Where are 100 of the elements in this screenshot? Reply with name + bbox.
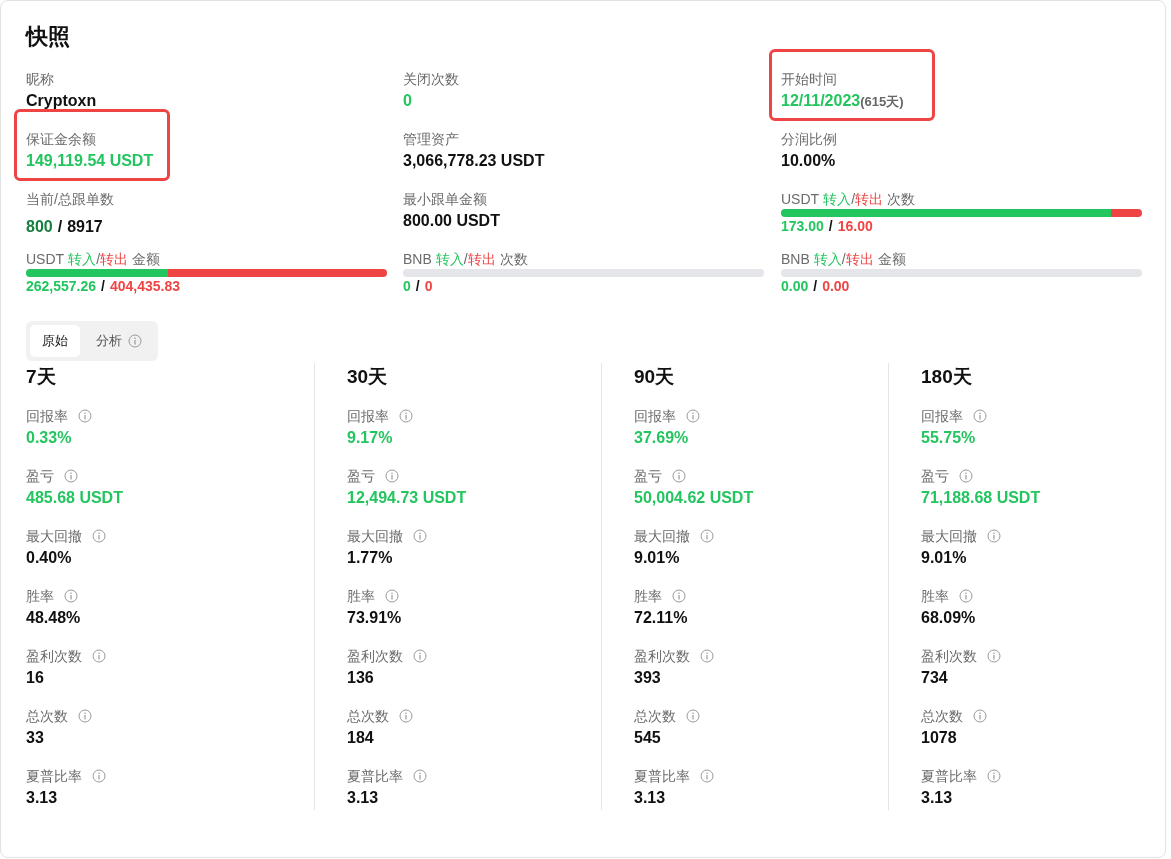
field-label: 开始时间 [781,70,838,89]
info-icon[interactable] [700,769,714,783]
metric-value: 545 [634,728,662,748]
info-icon[interactable] [92,649,106,663]
metric-label: 胜率 [26,587,54,606]
field-value: / [101,278,105,294]
info-icon[interactable] [686,409,700,423]
field-label: 转出 [855,190,883,209]
field-label: USDT [781,190,820,209]
field-label: 转出 [100,250,128,269]
field-label: BNB [403,250,432,269]
metric-label: 总次数 [921,707,963,726]
metric-value: 3.13 [634,788,667,808]
field-value: 0 [403,278,411,294]
metric-label: 胜率 [347,587,375,606]
field-value: 10.00% [781,152,836,169]
field-label: 转入 [813,250,842,269]
metric-label: 最大回撤 [347,527,403,546]
field-label: / [463,250,468,269]
metric-label: 盈亏 [634,467,662,486]
metric-label: 总次数 [347,707,389,726]
metric-label: 盈亏 [921,467,949,486]
field-label: 转入 [68,250,97,269]
info-icon[interactable] [959,589,973,603]
metric-label: 最大回撤 [921,527,977,546]
info-icon[interactable] [959,469,973,483]
info-icon[interactable] [92,529,106,543]
metric-label: 盈利次数 [26,647,82,666]
metric-label: 回报率 [921,407,963,426]
field-label: 金额 [877,250,906,269]
info-icon[interactable] [385,469,399,483]
metric-label: 最大回撤 [634,527,690,546]
snapshot-title: 快照 [26,23,71,51]
metric-value: 1078 [921,728,958,748]
info-icon[interactable] [700,649,714,663]
metric-value: 485.68 USDT [26,488,124,508]
info-icon[interactable] [92,769,106,783]
field-label: 当前/总跟单数 [26,190,115,209]
metric-label: 最大回撤 [26,527,82,546]
metric-value: 3.13 [921,788,954,808]
tab[interactable]: 分析 [84,325,154,357]
field-value: / [828,218,833,234]
info-icon[interactable] [413,649,427,663]
info-icon[interactable] [78,709,92,723]
period-title: 90天 [634,365,676,389]
info-icon[interactable] [987,649,1001,663]
period-title: 30天 [347,365,389,389]
metric-value: 68.09% [921,608,977,628]
field-label: / [841,250,846,269]
info-icon[interactable] [64,589,78,603]
metric-value: 9.01% [921,548,968,568]
field-label: BNB [781,250,810,269]
info-icon[interactable] [987,769,1001,783]
field-label: 金额 [132,250,160,269]
field-value: 0 [403,92,412,109]
metric-label: 盈亏 [347,467,375,486]
info-icon[interactable] [672,589,686,603]
metric-label: 回报率 [347,407,389,426]
field-value: 0 [424,278,433,294]
field-label: 次数 [499,250,528,269]
info-icon[interactable] [413,769,427,783]
info-icon[interactable] [700,529,714,543]
field-value: / [813,278,818,294]
field-value: 404,435.83 [109,278,181,294]
metric-label: 夏普比率 [26,767,82,786]
info-icon[interactable] [78,409,92,423]
metric-label: 盈利次数 [921,647,977,666]
metric-value: 16 [26,668,45,688]
metric-label: 胜率 [634,587,662,606]
tab[interactable]: 原始 [30,325,80,357]
field-label: 关闭次数 [403,70,460,89]
info-icon[interactable] [413,529,427,543]
field-value: 800 [26,218,53,235]
field-label: / [96,250,100,269]
info-icon[interactable] [973,709,987,723]
info-icon[interactable] [385,589,399,603]
metric-value: 1.77% [347,548,394,568]
field-value: (615天) [860,94,904,109]
info-icon[interactable] [64,469,78,483]
field-label: 昵称 [26,70,55,89]
metric-value: 393 [634,668,662,688]
info-icon[interactable] [686,709,700,723]
metric-label: 盈利次数 [347,647,403,666]
info-icon[interactable] [987,529,1001,543]
metric-label: 盈利次数 [634,647,690,666]
metric-value: 12,494.73 USDT [347,488,468,508]
metric-label: 夏普比率 [347,767,403,786]
metric-value: 33 [26,728,45,748]
field-value: 0.00 [822,278,850,294]
field-label: 次数 [887,190,915,209]
info-icon[interactable] [973,409,987,423]
field-label: 转出 [467,250,496,269]
field-value: / [57,218,63,235]
field-value: / [415,278,420,294]
metric-value: 55.75% [921,428,977,448]
info-icon[interactable] [672,469,686,483]
field-value: 3,066,778.23 USDT [403,152,545,169]
field-label: 转入 [435,250,464,269]
info-icon[interactable] [399,409,413,423]
info-icon[interactable] [399,709,413,723]
